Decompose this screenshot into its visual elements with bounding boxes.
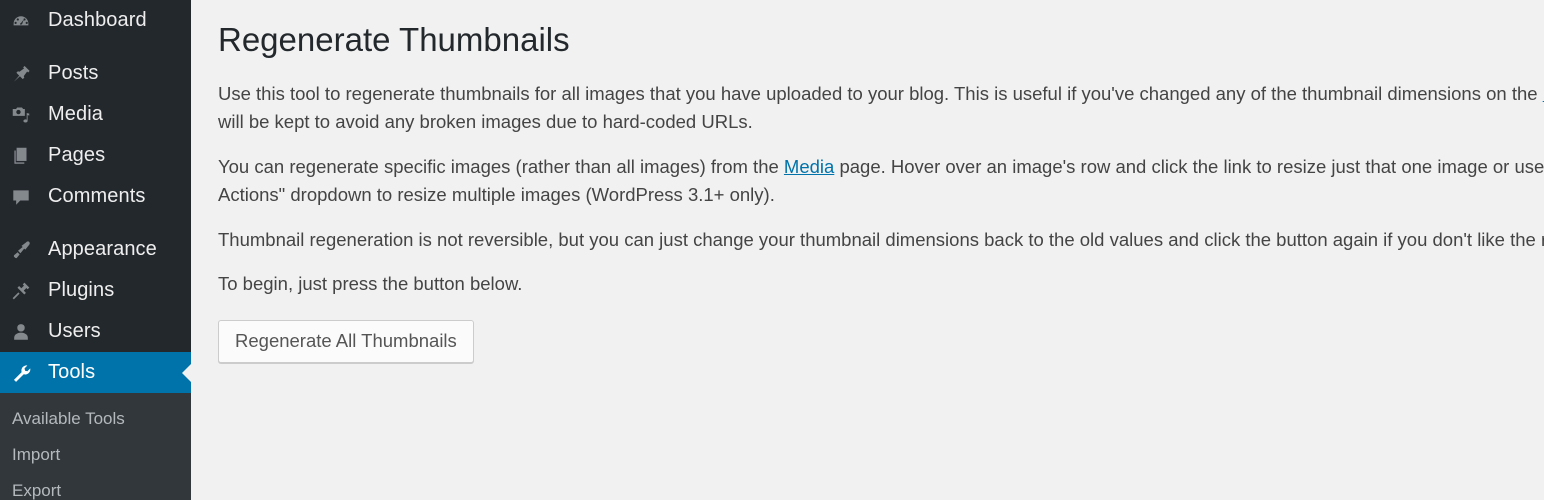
sidebar-submenu-tools: Available Tools Import Export [0,393,191,500]
sidebar-item-label: Posts [48,62,99,84]
sidebar-item-label: Comments [48,185,146,207]
sidebar-item-tools[interactable]: Tools [0,352,191,393]
sidebar-item-label: Appearance [48,238,157,260]
sidebar-submenu-item-available-tools[interactable]: Available Tools [0,401,191,437]
camera-icon [10,102,40,128]
sidebar-item-label: Dashboard [48,9,147,31]
sidebar-item-plugins[interactable]: Plugins [0,270,191,311]
media-page-link[interactable]: Media [784,156,834,177]
main-content: Regenerate Thumbnails Use this tool to r… [191,0,1544,500]
sidebar-item-label: Pages [48,144,106,166]
intro-paragraph: Use this tool to regenerate thumbnails f… [218,80,1544,137]
sidebar-group-content: Posts Media Pages Comments [0,53,191,217]
sidebar-separator [0,217,191,229]
plug-icon [10,278,40,304]
user-icon [10,319,40,345]
content-wrap: Regenerate Thumbnails Use this tool to r… [191,0,1544,364]
specific-images-paragraph: You can regenerate specific images (rath… [218,153,1544,210]
specific-images-text-before: You can regenerate specific images (rath… [218,155,784,177]
page-title: Regenerate Thumbnails [218,21,570,58]
sidebar-item-users[interactable]: Users [0,311,191,352]
sidebar-item-dashboard[interactable]: Dashboard [0,0,191,41]
sidebar-group-admin: Appearance Plugins Users Tools [0,229,191,393]
sidebar-item-label: Users [48,320,101,342]
regenerate-all-thumbnails-button[interactable]: Regenerate All Thumbnails [218,319,474,364]
sidebar-item-posts[interactable]: Posts [0,53,191,94]
sidebar-item-label: Media [48,103,103,125]
intro-paragraph-text-before: Use this tool to regenerate thumbnails f… [218,82,1543,104]
sidebar-group-dashboard: Dashboard [0,0,191,41]
comment-icon [10,184,40,210]
sidebar-submenu-item-export[interactable]: Export [0,473,191,500]
pin-icon [10,61,40,87]
sidebar-item-label: Tools [48,361,96,383]
pages-icon [10,143,40,169]
sidebar-item-comments[interactable]: Comments [0,176,191,217]
paintbrush-icon [10,237,40,263]
sidebar-item-media[interactable]: Media [0,94,191,135]
begin-paragraph: To begin, just press the button below. [218,273,523,295]
sidebar-submenu-item-import[interactable]: Import [0,437,191,473]
action-row: Regenerate All Thumbnails [218,319,1544,364]
sidebar-item-appearance[interactable]: Appearance [0,229,191,270]
warning-paragraph: Thumbnail regeneration is not reversible… [218,228,1544,250]
sidebar-item-label: Plugins [48,279,115,301]
sidebar-item-pages[interactable]: Pages [0,135,191,176]
dashboard-icon [10,8,40,34]
sidebar-separator [0,41,191,53]
admin-sidebar: Dashboard Posts Media Pages Comments App… [0,0,191,500]
admin-screen: Dashboard Posts Media Pages Comments App… [0,0,1544,500]
wrench-icon [10,360,40,386]
